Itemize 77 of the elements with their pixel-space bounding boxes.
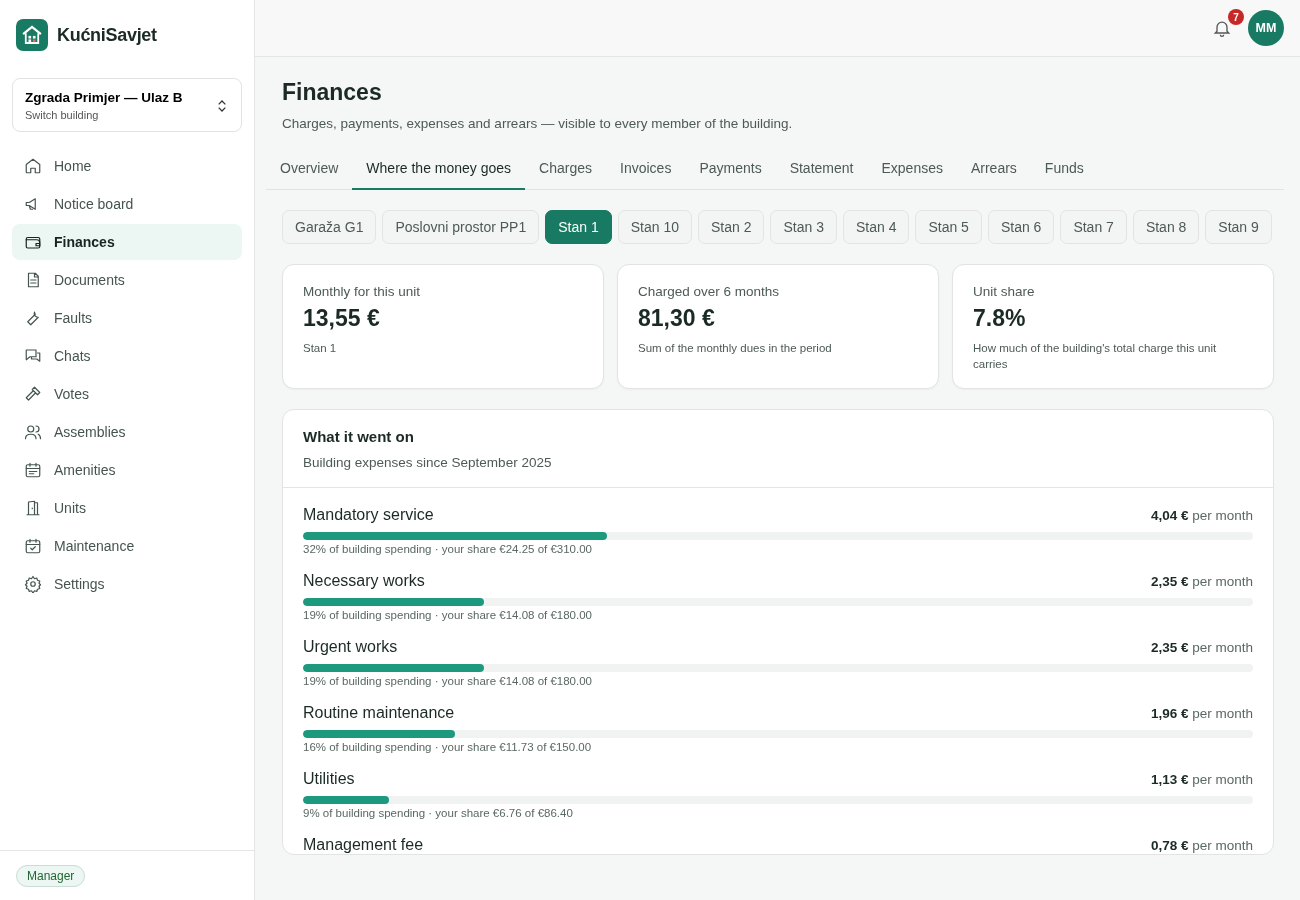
stat-value: 81,30 € xyxy=(638,305,716,332)
nav-item[interactable]: Finances xyxy=(12,224,242,260)
unit-chip[interactable]: Stan 2 xyxy=(697,210,765,244)
user-avatar[interactable]: MM xyxy=(1248,10,1284,46)
expense-detail: 19% of building spending · your share €14.08 of €180.00 xyxy=(303,609,593,621)
stat-note: Sum of the monthly dues in the period xyxy=(638,341,833,356)
app-name: KućniSavjet xyxy=(57,24,157,46)
expense-amount: 4,04 € per month xyxy=(1150,508,1253,523)
nav-item[interactable]: Assemblies xyxy=(12,414,242,450)
people-icon xyxy=(24,423,42,441)
expense-detail: 9% of building spending · your share €6.76 of €86.40 xyxy=(303,807,574,819)
nav-item[interactable]: Votes xyxy=(12,376,242,412)
notification-count: 7 xyxy=(1228,9,1244,25)
expense-amount: 1,13 € per month xyxy=(1150,772,1253,787)
unit-chip[interactable]: Stan 10 xyxy=(617,210,692,244)
unit-chip[interactable]: Stan 6 xyxy=(987,210,1055,244)
tab[interactable]: Arrears xyxy=(956,153,1031,190)
nav-item[interactable]: Chats xyxy=(12,338,242,374)
home-icon xyxy=(24,157,42,175)
expense-detail: 16% of building spending · your share €11.73 of €150.00 xyxy=(303,741,593,753)
unit-chip[interactable]: Stan 4 xyxy=(842,210,910,244)
house-logo-icon xyxy=(16,19,48,51)
expense-amount: 2,35 € per month xyxy=(1150,574,1253,589)
nav-item[interactable]: Home xyxy=(12,148,242,184)
tab[interactable]: Where the money goes xyxy=(352,153,526,190)
tab[interactable]: Charges xyxy=(525,153,607,190)
stat-note: Stan 1 xyxy=(303,341,338,356)
nav-item[interactable]: Amenities xyxy=(12,452,242,488)
nav-item[interactable]: Units xyxy=(12,490,242,526)
unit-chip[interactable]: Stan 8 xyxy=(1132,210,1200,244)
door-icon xyxy=(24,499,42,517)
stat-label: Charged over 6 months xyxy=(638,284,781,299)
expense-name: Management fee xyxy=(303,836,424,854)
unit-chip[interactable]: Stan 5 xyxy=(915,210,982,244)
unit-chip[interactable]: Stan 3 xyxy=(770,210,837,244)
hammer-icon xyxy=(24,385,42,403)
page-subtitle: Charges, payments, expenses and arrears — visible to every member of the building. xyxy=(282,116,794,131)
tab[interactable]: Overview xyxy=(266,153,353,190)
tab[interactable]: Payments xyxy=(685,153,776,190)
tab[interactable]: Statement xyxy=(775,153,868,190)
card-title: What it went on xyxy=(303,428,415,445)
chat-icon xyxy=(24,347,42,365)
role-badge: Manager xyxy=(16,865,86,887)
card-subtitle: Building expenses since September 2025 xyxy=(303,455,553,470)
expense-amount: 1,96 € per month xyxy=(1150,706,1253,721)
unit-chip[interactable]: Stan 1 xyxy=(545,210,612,244)
expense-name: Necessary works xyxy=(303,572,425,590)
tab[interactable]: Expenses xyxy=(867,153,957,190)
expense-name: Urgent works xyxy=(303,638,398,656)
tab[interactable]: Funds xyxy=(1030,153,1098,190)
unit-chip[interactable]: Poslovni prostor PP1 xyxy=(382,210,540,244)
expense-detail: 32% of building spending · your share €24.25 of €310.00 xyxy=(303,543,593,555)
unit-chip[interactable]: Garaža G1 xyxy=(282,210,377,244)
nav-item[interactable]: Notice board xyxy=(12,186,242,222)
nav-item[interactable]: Faults xyxy=(12,300,242,336)
settings-icon xyxy=(24,575,42,593)
stat-label: Monthly for this unit xyxy=(303,284,422,299)
nav-item[interactable]: Maintenance xyxy=(12,528,242,564)
stat-note: How much of the building's total charge this unit carries xyxy=(973,341,1218,372)
page-title: Finances xyxy=(282,79,383,106)
stat-value: 7.8% xyxy=(973,305,1027,332)
expense-name: Routine maintenance xyxy=(303,704,455,722)
expense-amount: 0,78 € per month xyxy=(1150,838,1253,853)
expense-name: Mandatory service xyxy=(303,506,434,524)
calendar-icon xyxy=(24,461,42,479)
stat-label: Unit share xyxy=(973,284,1036,299)
unit-chip[interactable]: Stan 7 xyxy=(1060,210,1127,244)
tab[interactable]: Invoices xyxy=(606,153,686,190)
building-switcher[interactable]: Zgrada Primjer — Ulaz B Switch building xyxy=(12,78,242,132)
expense-name: Utilities xyxy=(303,770,355,788)
unit-chip[interactable]: Stan 9 xyxy=(1205,210,1272,244)
expense-detail: 19% of building spending · your share €14.08 of €180.00 xyxy=(303,675,593,687)
nav-item[interactable]: Settings xyxy=(12,566,242,602)
expense-amount: 2,35 € per month xyxy=(1150,640,1253,655)
calendar-check-icon xyxy=(24,537,42,555)
stat-value: 13,55 € xyxy=(303,305,381,332)
nav-item[interactable]: Documents xyxy=(12,262,242,298)
